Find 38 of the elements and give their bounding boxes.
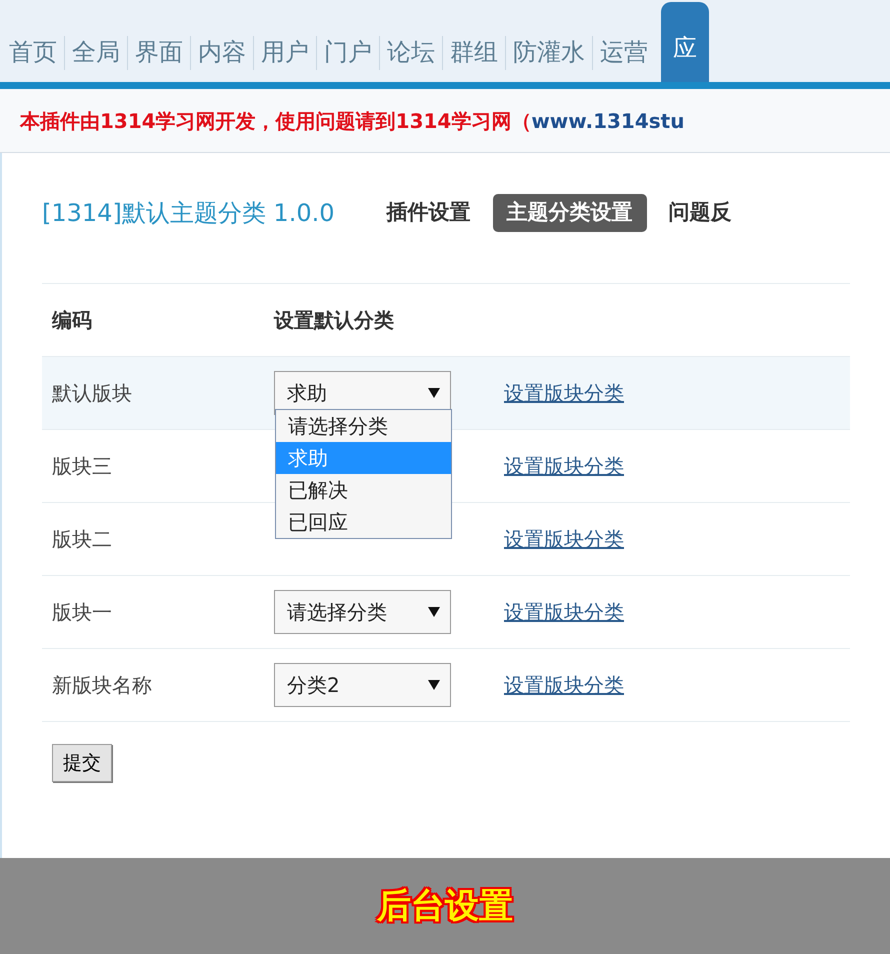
row-name: 新版块名称 xyxy=(52,672,153,699)
nav-tab[interactable]: 用户 xyxy=(254,22,316,82)
select-field[interactable]: 分类2 xyxy=(274,663,451,707)
row-name: 默认版块 xyxy=(52,380,133,407)
nav-tab[interactable]: 首页 xyxy=(2,22,64,82)
row-name: 版块三 xyxy=(52,453,113,480)
nav-tab[interactable]: 应 xyxy=(661,2,709,82)
plugin-title: [1314]默认主题分类 1.0.0 xyxy=(42,198,334,229)
nav-tab[interactable]: 防灌水 xyxy=(506,22,592,82)
nav-tab[interactable]: 内容 xyxy=(191,22,253,82)
plugin-tab[interactable]: 问题反 xyxy=(668,194,732,232)
plugin-tab[interactable]: 插件设置 xyxy=(386,194,470,232)
nav-tab[interactable]: 全局 xyxy=(65,22,127,82)
caret-icon xyxy=(428,607,440,617)
dropdown-option[interactable]: 已解决 xyxy=(276,474,451,506)
row-name: 版块二 xyxy=(52,526,113,553)
set-category-link[interactable]: 设置版块分类 xyxy=(504,524,624,554)
nav-tab[interactable]: 论坛 xyxy=(380,22,442,82)
plugin-tab[interactable]: 主题分类设置 xyxy=(492,194,646,232)
caret-icon xyxy=(428,680,440,690)
dropdown-option[interactable]: 已回应 xyxy=(276,506,451,538)
nav-tab[interactable]: 群组 xyxy=(443,22,505,82)
set-category-link[interactable]: 设置版块分类 xyxy=(504,378,624,408)
row-name: 版块一 xyxy=(52,599,113,626)
select-field[interactable]: 请选择分类 xyxy=(274,590,451,634)
notice-text: 本插件由1314学习网开发，使用问题请到1314学习网（ xyxy=(20,108,532,134)
column-header: 设置默认分类 xyxy=(274,307,394,334)
nav-tab[interactable]: 界面 xyxy=(128,22,190,82)
notice-link[interactable]: www.1314stu xyxy=(531,106,684,136)
set-category-link[interactable]: 设置版块分类 xyxy=(504,597,624,627)
caption-text: 后台设置 xyxy=(377,884,513,928)
submit-button[interactable]: 提交 xyxy=(52,744,112,782)
caret-icon xyxy=(428,388,440,398)
nav-tab[interactable]: 门户 xyxy=(317,22,379,82)
column-header: 编码 xyxy=(50,307,93,334)
nav-tab[interactable]: 运营 xyxy=(593,22,655,82)
set-category-link[interactable]: 设置版块分类 xyxy=(504,451,624,481)
set-category-link[interactable]: 设置版块分类 xyxy=(504,670,624,700)
